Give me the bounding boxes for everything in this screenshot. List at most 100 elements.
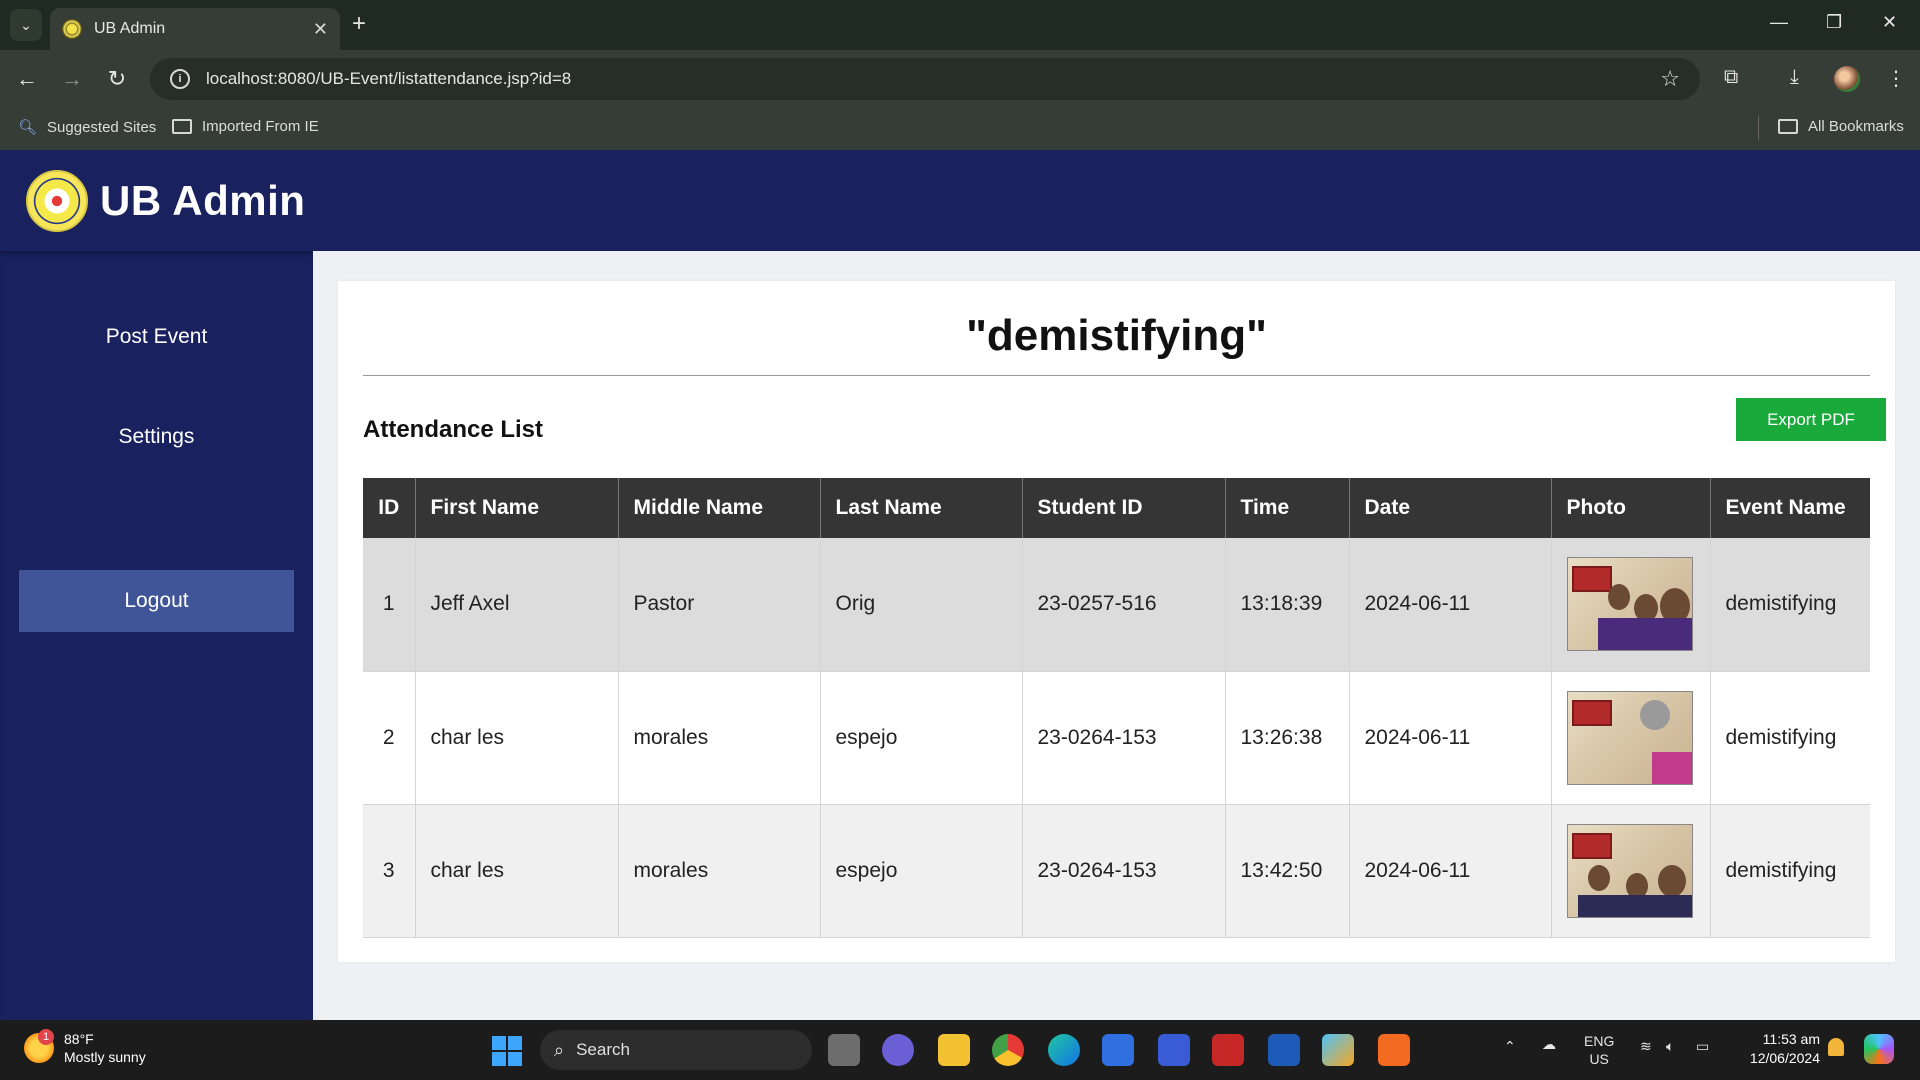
start-button[interactable] [492, 1036, 522, 1066]
language-indicator[interactable]: ENG US [1584, 1032, 1614, 1068]
cell-student-id: 23-0264-153 [1022, 671, 1226, 805]
cell-photo [1551, 538, 1711, 672]
all-bookmarks[interactable]: All Bookmarks [1778, 118, 1904, 135]
cell-date: 2024-06-11 [1349, 804, 1552, 938]
cell-middle-name: Pastor [618, 538, 821, 672]
search-label: Search [576, 1040, 630, 1059]
cell-first-name: Jeff Axel [415, 538, 619, 672]
logout-button[interactable]: Logout [19, 570, 294, 632]
forward-icon[interactable]: → [57, 64, 87, 94]
sidebar-item-post-event[interactable]: Post Event [0, 325, 313, 349]
folder-icon [1778, 119, 1798, 134]
bookmarks-bar: 🔍︎ Suggested Sites Imported From IE All … [0, 108, 1920, 150]
attendance-photo[interactable] [1566, 557, 1693, 652]
column-header: ID [363, 478, 416, 538]
cell-middle-name: morales [618, 671, 821, 805]
bookmark-label: Imported From IE [202, 118, 319, 135]
sun-icon: 1 [24, 1029, 54, 1063]
edge-icon[interactable] [1048, 1034, 1080, 1066]
attendance-card: "demistifying" Attendance List Export PD… [338, 281, 1895, 962]
tab-title: UB Admin [94, 20, 166, 37]
weather-badge: 1 [38, 1029, 54, 1045]
folder-icon [172, 119, 192, 134]
bookmarks-divider [1758, 116, 1759, 140]
chrome-icon[interactable] [992, 1034, 1024, 1066]
battery-icon[interactable]: ▭ [1696, 1038, 1709, 1055]
cell-last-name: espejo [820, 804, 1023, 938]
bookmark-star-icon[interactable]: ☆ [1660, 66, 1680, 92]
meet-icon[interactable] [882, 1034, 914, 1066]
store-icon[interactable] [1102, 1034, 1134, 1066]
app-icon[interactable] [1158, 1034, 1190, 1066]
more-menu-icon[interactable]: ⋮ [1886, 66, 1906, 91]
cell-time: 13:26:38 [1225, 671, 1350, 805]
section-title: Attendance List [363, 416, 544, 443]
column-header: Student ID [1022, 478, 1226, 538]
back-icon[interactable]: ← [12, 64, 42, 94]
cell-id: 3 [363, 804, 416, 938]
minimize-icon[interactable]: — [1770, 12, 1788, 33]
browser-tab[interactable]: UB Admin ✕ [50, 8, 340, 50]
wifi-icon[interactable]: ≋ [1640, 1038, 1652, 1055]
bookmark-suggested-sites[interactable]: 🔍︎ Suggested Sites [18, 118, 157, 137]
column-header: Date [1349, 478, 1552, 538]
chevron-up-icon[interactable]: ⌃ [1504, 1038, 1516, 1055]
copilot-icon[interactable] [1864, 1034, 1894, 1064]
site-info-icon[interactable]: i [170, 69, 190, 89]
language-label: ENG [1584, 1033, 1615, 1049]
export-pdf-button[interactable]: Export PDF [1736, 398, 1886, 441]
cell-first-name: char les [415, 671, 619, 805]
clock-time: 11:53 am [1762, 1031, 1820, 1047]
cell-date: 2024-06-11 [1349, 671, 1552, 805]
task-view-icon[interactable] [828, 1034, 860, 1066]
word-icon[interactable] [1268, 1034, 1300, 1066]
reload-icon[interactable]: ↻ [102, 64, 132, 94]
window-close-icon[interactable]: ✕ [1882, 12, 1897, 33]
sidebar-item-settings[interactable]: Settings [0, 425, 313, 449]
xampp-icon[interactable] [1378, 1034, 1410, 1066]
profile-avatar[interactable] [1834, 66, 1860, 92]
volume-icon[interactable]: 🔈︎ [1666, 1038, 1674, 1055]
column-header: Photo [1551, 478, 1711, 538]
table-header-row: ID First Name Middle Name Last Name Stud… [363, 478, 1870, 538]
cell-first-name: char les [415, 804, 619, 938]
weather-description: Mostly sunny [64, 1049, 146, 1065]
close-icon[interactable]: ✕ [313, 19, 328, 40]
restore-icon[interactable]: ❐ [1826, 12, 1842, 33]
cell-time: 13:42:50 [1225, 804, 1350, 938]
cell-date: 2024-06-11 [1349, 538, 1552, 672]
cell-last-name: espejo [820, 671, 1023, 805]
main-content: "demistifying" Attendance List Export PD… [313, 251, 1920, 1020]
cell-id: 2 [363, 671, 416, 805]
cell-student-id: 23-0264-153 [1022, 804, 1226, 938]
sidebar: Post Event Settings Logout [0, 251, 313, 1020]
mcafee-icon[interactable] [1212, 1034, 1244, 1066]
download-icon[interactable]: ⤓ [1790, 66, 1799, 89]
weather-widget[interactable]: 1 88°F Mostly sunny [24, 1029, 146, 1066]
address-bar[interactable]: i localhost:8080/UB-Event/listattendance… [150, 58, 1700, 100]
cloud-icon[interactable]: ☁ [1542, 1036, 1556, 1053]
tab-search-button[interactable]: ⌄ [10, 9, 42, 41]
windows-taskbar: 1 88°F Mostly sunny ⌕ Search ⌃ ☁ ENG US … [0, 1020, 1920, 1080]
attendance-photo[interactable] [1566, 690, 1693, 785]
extensions-icon[interactable]: ⧉ [1724, 66, 1738, 89]
all-bookmarks-label: All Bookmarks [1808, 118, 1904, 135]
taskbar-clock[interactable]: 11:53 am 12/06/2024 [1730, 1030, 1820, 1068]
new-tab-button[interactable]: + [352, 12, 366, 36]
cell-student-id: 23-0257-516 [1022, 538, 1226, 672]
table-row: 1 Jeff Axel Pastor Orig 23-0257-516 13:1… [363, 538, 1870, 672]
notification-bell-icon[interactable] [1828, 1038, 1844, 1056]
bookmark-imported-from-ie[interactable]: Imported From IE [172, 118, 319, 135]
attendance-photo[interactable] [1566, 823, 1693, 918]
cell-time: 13:18:39 [1225, 538, 1350, 672]
region-label: US [1589, 1051, 1609, 1067]
brand-title: UB Admin [100, 176, 306, 224]
bookmark-label: Suggested Sites [47, 118, 157, 136]
netbeans-icon[interactable] [1322, 1034, 1354, 1066]
taskbar-search[interactable]: ⌕ Search [540, 1030, 812, 1070]
column-header: Middle Name [618, 478, 821, 538]
cell-event-name: demistifying [1710, 538, 1870, 672]
chevron-down-icon: ⌄ [20, 16, 32, 33]
file-explorer-icon[interactable] [938, 1034, 970, 1066]
column-header: First Name [415, 478, 619, 538]
